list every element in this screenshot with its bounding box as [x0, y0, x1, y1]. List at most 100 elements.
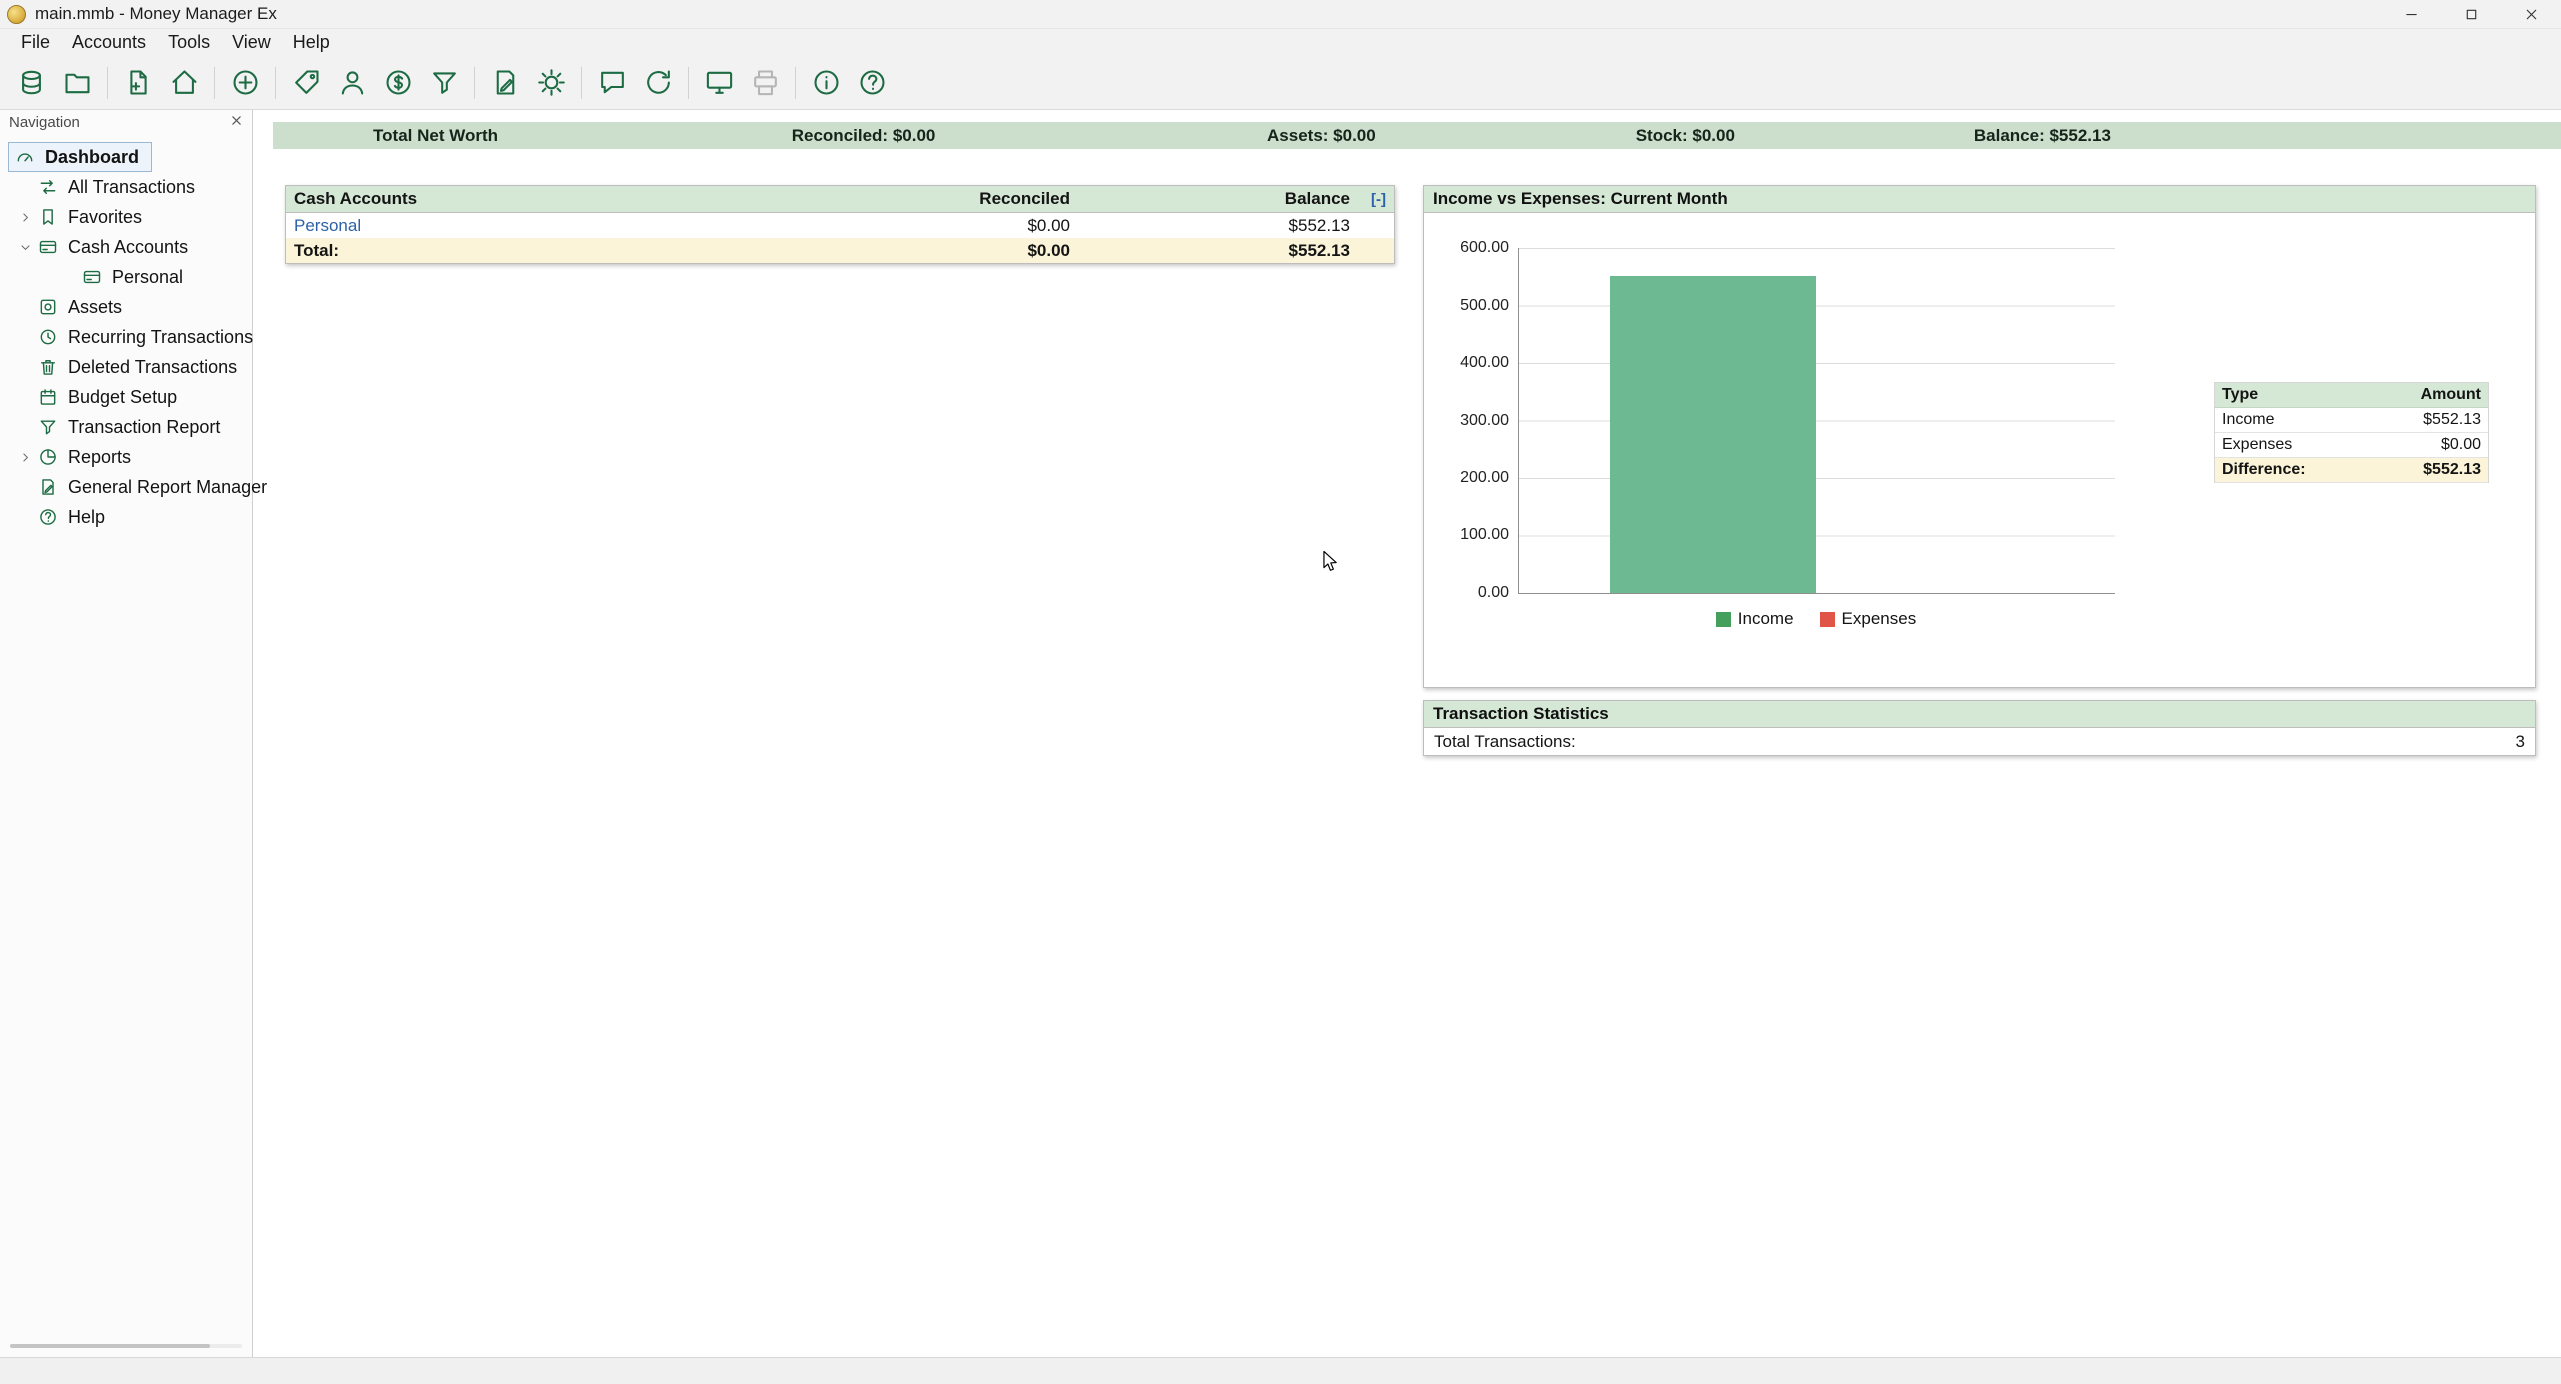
new-file-button[interactable] — [115, 60, 161, 106]
difference-row-amount: $552.13 — [2371, 461, 2481, 479]
sidebar-item-deleted-transactions[interactable]: Deleted Transactions — [0, 352, 252, 382]
toolbar-separator — [474, 67, 475, 99]
open-folder-icon — [62, 67, 93, 98]
account-reconciled-value: $0.00 — [750, 216, 1070, 236]
transaction-statistics-panel: Transaction Statistics Total Transaction… — [1423, 700, 2536, 756]
sidebar-item-reports[interactable]: Reports — [0, 442, 252, 472]
chevron-right-icon[interactable] — [12, 442, 38, 472]
new-transaction-button[interactable] — [222, 60, 268, 106]
app-icon — [7, 5, 26, 24]
minimize-icon — [2404, 7, 2419, 22]
new-database-button[interactable] — [8, 60, 54, 106]
check-updates-button[interactable] — [635, 60, 681, 106]
table-row: Income $552.13 — [2215, 408, 2488, 433]
summary-assets: Assets: $0.00 — [1267, 126, 1376, 146]
feedback-button[interactable] — [589, 60, 635, 106]
menu-tools[interactable]: Tools — [157, 29, 221, 56]
funnel-icon — [38, 417, 68, 437]
trash-icon — [38, 357, 68, 377]
account-balance-value: $552.13 — [1070, 216, 1350, 236]
options-button[interactable] — [528, 60, 574, 106]
minimize-button[interactable] — [2381, 0, 2441, 28]
sidebar-item-recurring-transactions[interactable]: Recurring Transactions — [0, 322, 252, 352]
scrollbar-thumb[interactable] — [10, 1344, 210, 1348]
chevron-down-icon[interactable] — [12, 232, 38, 262]
print-button — [742, 60, 788, 106]
chevron-right-icon[interactable] — [12, 202, 38, 232]
credit-card-icon — [82, 267, 112, 287]
payees-button[interactable] — [329, 60, 375, 106]
table-header-row: Type Amount — [2215, 383, 2488, 408]
menu-file[interactable]: File — [10, 29, 61, 56]
sidebar-item-all-transactions[interactable]: All Transactions — [0, 172, 252, 202]
transactions-icon — [38, 177, 68, 197]
maximize-button[interactable] — [2441, 0, 2501, 28]
general-report-manager-button[interactable] — [482, 60, 528, 106]
navigation-panel: Navigation Dashboard All Transactions Fa… — [0, 110, 253, 1357]
open-database-button[interactable] — [54, 60, 100, 106]
new-file-icon — [123, 67, 154, 98]
help-icon — [857, 67, 888, 98]
help-button[interactable] — [849, 60, 895, 106]
toolbar-separator — [107, 67, 108, 99]
tag-icon — [291, 67, 322, 98]
tags-button[interactable] — [283, 60, 329, 106]
y-tick: 100.00 — [1460, 526, 1509, 544]
database-icon — [16, 67, 47, 98]
collapse-widget[interactable]: [-] — [1350, 191, 1386, 208]
navigation-header: Navigation — [0, 110, 252, 135]
cash-accounts-panel: Cash Accounts Reconciled Balance [-] Per… — [285, 185, 1395, 264]
total-reconciled-value: $0.00 — [750, 241, 1070, 261]
sidebar-item-assets[interactable]: Assets — [0, 292, 252, 322]
sidebar-item-general-report-manager[interactable]: General Report Manager — [0, 472, 252, 502]
menu-help[interactable]: Help — [282, 29, 341, 56]
legend-item-income: Income — [1716, 609, 1794, 629]
legend-label: Expenses — [1842, 609, 1917, 629]
maximize-icon — [2464, 7, 2479, 22]
toolbar-separator — [214, 67, 215, 99]
currencies-button[interactable] — [375, 60, 421, 106]
monitor-icon — [704, 67, 735, 98]
menu-accounts[interactable]: Accounts — [61, 29, 157, 56]
full-screen-button[interactable] — [696, 60, 742, 106]
sidebar-item-budget-setup[interactable]: Budget Setup — [0, 382, 252, 412]
horizontal-scrollbar[interactable] — [10, 1344, 242, 1348]
refresh-icon — [643, 67, 674, 98]
navigation-title: Navigation — [9, 114, 80, 131]
person-icon — [337, 67, 368, 98]
sidebar-item-personal[interactable]: Personal — [0, 262, 252, 292]
account-link-personal[interactable]: Personal — [294, 216, 750, 236]
home-icon — [169, 67, 200, 98]
bookmark-icon — [38, 207, 68, 227]
transaction-filter-button[interactable] — [421, 60, 467, 106]
navigation-close-button[interactable] — [230, 114, 243, 131]
calendar-icon — [38, 387, 68, 407]
chevron-spacer — [12, 412, 38, 442]
menu-view[interactable]: View — [221, 29, 282, 56]
filter-icon — [429, 67, 460, 98]
speech-bubble-icon — [597, 67, 628, 98]
income-swatch — [1716, 612, 1731, 627]
y-tick: 200.00 — [1460, 469, 1509, 487]
sidebar-item-favorites[interactable]: Favorites — [0, 202, 252, 232]
summary-stock: Stock: $0.00 — [1636, 126, 1735, 146]
sidebar-item-dashboard[interactable]: Dashboard — [8, 142, 152, 172]
table-row: Personal $0.00 $552.13 — [286, 213, 1394, 238]
home-button[interactable] — [161, 60, 207, 106]
sidebar-item-help[interactable]: Help — [0, 502, 252, 532]
sidebar-item-cash-accounts[interactable]: Cash Accounts — [0, 232, 252, 262]
about-button[interactable] — [803, 60, 849, 106]
dashboard-icon — [15, 147, 45, 167]
income-expenses-table: Type Amount Income $552.13 Expenses $0.0… — [2214, 382, 2489, 483]
chart-bar-income — [1610, 276, 1816, 593]
status-bar — [0, 1357, 2561, 1384]
chevron-spacer — [12, 322, 38, 352]
chevron-spacer — [12, 382, 38, 412]
total-transactions-label: Total Transactions: — [1434, 732, 1576, 752]
table-row: Expenses $0.00 — [2215, 433, 2488, 458]
sidebar-item-transaction-report[interactable]: Transaction Report — [0, 412, 252, 442]
balance-column-header: Balance — [1070, 189, 1350, 209]
y-tick: 600.00 — [1460, 239, 1509, 257]
help-icon — [38, 507, 68, 527]
close-button[interactable] — [2501, 0, 2561, 28]
